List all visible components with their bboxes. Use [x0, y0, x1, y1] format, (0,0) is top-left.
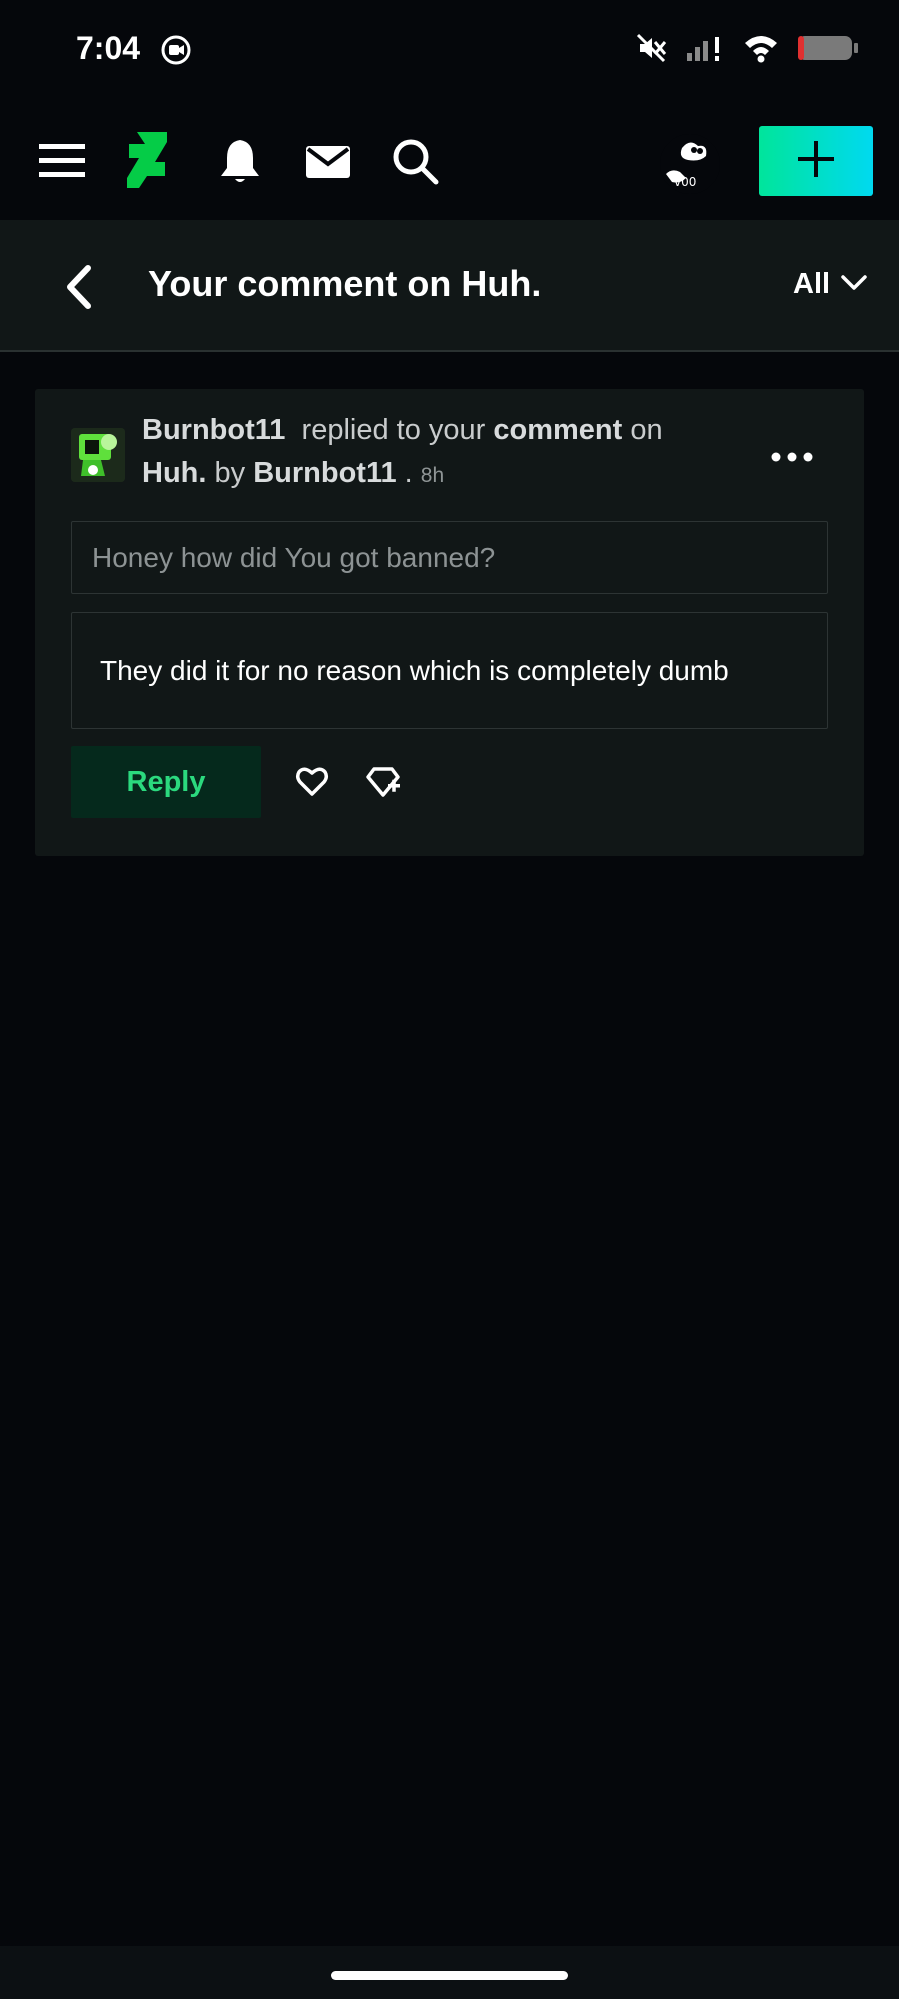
back-arrow-icon[interactable]	[58, 262, 102, 312]
notification-line-2: Huh. by Burnbot11 . 8h	[142, 453, 742, 496]
plus-icon	[796, 139, 836, 184]
more-options-icon[interactable]	[770, 444, 814, 470]
time-ago: 8h	[420, 464, 445, 487]
heart-icon[interactable]	[295, 765, 329, 799]
on-text: on	[630, 414, 663, 446]
status-time: 7:04	[76, 30, 141, 66]
page-title: Your comment on Huh.	[148, 263, 542, 304]
search-icon[interactable]	[390, 136, 440, 186]
by-text: by	[214, 457, 246, 489]
cell-signal-icon	[685, 33, 725, 63]
separator: .	[404, 457, 413, 489]
mute-icon	[635, 32, 667, 64]
status-icons	[635, 32, 859, 64]
replier-avatar[interactable]	[71, 428, 125, 482]
filter-label: All	[793, 268, 831, 300]
svg-text:v00: v00	[674, 175, 696, 189]
action-text: replied to your	[301, 414, 486, 446]
status-bar: 7:04	[0, 0, 899, 100]
mail-icon[interactable]	[303, 136, 353, 186]
collect-gem-icon[interactable]	[364, 765, 402, 799]
chevron-down-icon	[840, 268, 868, 301]
reply-button[interactable]: Reply	[71, 746, 261, 818]
battery-icon	[797, 33, 859, 63]
deviation-link[interactable]: Huh.	[142, 457, 206, 489]
wifi-icon	[743, 33, 779, 63]
author-link[interactable]: Burnbot11	[253, 457, 396, 489]
comment-link[interactable]: comment	[493, 414, 622, 446]
deviantart-logo-icon[interactable]	[125, 132, 169, 188]
user-avatar[interactable]: v00	[660, 134, 720, 194]
replier-username[interactable]: Burnbot11	[142, 414, 285, 446]
bell-icon[interactable]	[215, 136, 265, 186]
menu-icon[interactable]	[37, 136, 87, 186]
reply-comment[interactable]: They did it for no reason which is compl…	[71, 612, 828, 729]
create-button[interactable]	[759, 126, 873, 196]
screen-record-icon	[160, 34, 192, 66]
notification-line-1: Burnbot11 replied to your comment on	[142, 410, 742, 450]
home-indicator[interactable]	[331, 1971, 568, 1980]
quoted-comment[interactable]: Honey how did You got banned?	[71, 521, 828, 594]
filter-dropdown[interactable]: All	[793, 268, 868, 301]
